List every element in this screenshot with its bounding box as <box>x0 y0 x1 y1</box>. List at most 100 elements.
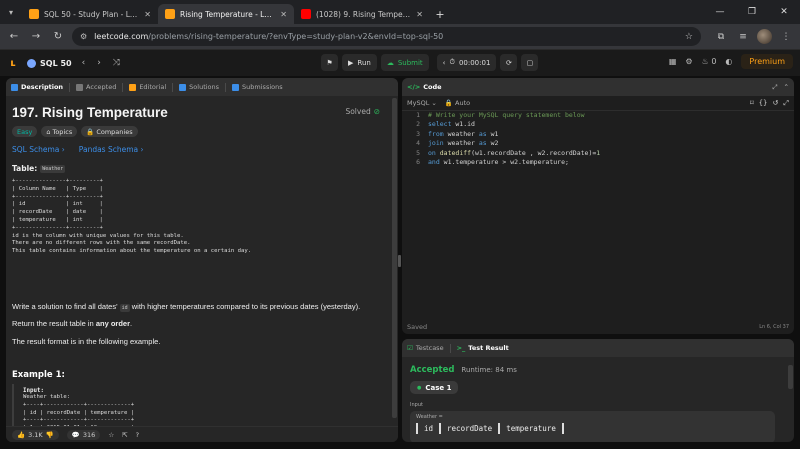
share-icon[interactable]: ⇱ <box>122 431 127 439</box>
star-icon[interactable]: ☆ <box>108 431 114 439</box>
example-title: Example 1: <box>12 370 65 380</box>
shuffle-icon[interactable]: ⤨ <box>113 58 120 68</box>
settings-icon[interactable]: ⚙ <box>685 57 692 66</box>
result-scrollbar[interactable] <box>788 365 793 389</box>
minimize-icon[interactable]: — <box>704 0 736 24</box>
tab-test-result[interactable]: >_ Test Result <box>457 344 509 352</box>
tab-description[interactable]: Description <box>11 83 63 91</box>
sql-schema-link[interactable]: SQL Schema › <box>12 145 65 154</box>
line-number: 3 <box>416 129 420 138</box>
example-table: Weather table: +----+------------+------… <box>23 394 135 426</box>
case-tab[interactable]: ● Case 1 <box>410 381 459 394</box>
close-window-icon[interactable]: ✕ <box>768 0 800 24</box>
streak-icon[interactable]: ◐ <box>725 57 732 66</box>
restore-icon[interactable]: ❐ <box>736 0 768 24</box>
tab-search-icon[interactable]: ▾ <box>0 0 22 24</box>
tag-icon: ⌂ <box>46 127 51 136</box>
close-tab-icon[interactable]: ✕ <box>416 10 423 19</box>
next-problem-icon[interactable]: › <box>97 58 101 68</box>
verdict: Accepted Runtime: 84 ms <box>410 365 517 375</box>
example-block: Input: Weather table: +----+------------… <box>12 384 388 426</box>
check-circle-icon: ⊘ <box>373 107 380 116</box>
flask-icon <box>179 83 187 91</box>
topics-chip[interactable]: ⌂ Topics <box>41 126 78 137</box>
code-editor[interactable]: 1 # Write your MySQL query statement bel… <box>402 111 794 311</box>
layout-icon[interactable]: ▦ <box>669 57 677 66</box>
tab-accepted[interactable]: Accepted <box>76 83 116 91</box>
browser-tab[interactable]: (1028) 9. Rising Temperature | S ✕ <box>294 4 430 24</box>
input-table-name: Weather = <box>416 414 443 420</box>
reload-icon[interactable]: ↻ <box>50 29 66 45</box>
test-result-panel: ☑ Testcase >_ Test Result Accepted Runtime:… <box>402 339 794 442</box>
book-icon <box>129 83 137 91</box>
like-button[interactable]: 👍 3.1K 👎 <box>12 429 59 440</box>
thumbs-down-icon[interactable]: 👎 <box>46 431 54 439</box>
description-tabs: Description Accepted Editorial Solutions… <box>6 78 398 96</box>
prev-problem-icon[interactable]: ‹ <box>82 58 86 68</box>
browser-tab[interactable]: SQL 50 - Study Plan - LeetCode ✕ <box>22 4 158 24</box>
menu-icon[interactable]: ⋮ <box>778 29 794 45</box>
companies-chip[interactable]: 🔒 Companies <box>81 126 138 137</box>
media-icon[interactable]: ≡ <box>735 29 751 45</box>
run-button[interactable]: ▶ Run <box>342 54 377 71</box>
code-line-5: on datediff(w1.recordDate , w2.recordDat… <box>428 148 601 157</box>
order-note: Return the result table in any order. <box>12 319 133 328</box>
lock-icon: 🔒 <box>444 99 453 107</box>
pass-dot-icon: ● <box>417 384 422 391</box>
tab-editorial[interactable]: Editorial <box>129 83 166 91</box>
reset-code-icon[interactable]: ↺ <box>773 99 779 108</box>
tab-submissions[interactable]: Submissions <box>232 83 283 91</box>
leetcode-logo-icon[interactable]: ʟ <box>7 57 19 69</box>
url-field[interactable]: ⚙ leetcode.com/problems/rising-temperatu… <box>72 27 701 46</box>
pandas-schema-link[interactable]: Pandas Schema › <box>79 145 144 154</box>
tab-title: Rising Temperature - LeetCode <box>180 9 276 19</box>
panel-resize-handle[interactable] <box>398 255 401 267</box>
close-tab-icon[interactable]: ✕ <box>280 10 287 19</box>
extensions-icon[interactable]: ⧉ <box>713 29 729 45</box>
profile-avatar[interactable] <box>757 29 772 44</box>
format-icon[interactable]: {} <box>759 99 768 108</box>
language-select[interactable]: MySQL ⌄ <box>407 99 437 107</box>
document-icon <box>11 83 18 91</box>
code-line-6: and w1.temperature > w2.temperature; <box>428 158 569 166</box>
clock-icon <box>76 83 84 91</box>
schema-block: +---------------+---------+ | Column Nam… <box>12 178 252 255</box>
site-info-icon[interactable]: ⚙ <box>80 32 87 41</box>
comments-button[interactable]: 💬 316 <box>66 429 101 440</box>
tab-solutions[interactable]: Solutions <box>179 83 219 91</box>
stopwatch-icon: ⏱ <box>449 58 455 66</box>
checkbox-icon: ☑ <box>407 344 413 352</box>
upload-icon: ☁ <box>386 58 394 67</box>
autocomplete-toggle[interactable]: 🔒 Auto <box>445 99 470 107</box>
problem-title: 197. Rising Temperature <box>12 105 168 120</box>
reset-icon[interactable]: ⟳ <box>500 54 518 71</box>
description-footer: 👍 3.1K 👎 💬 316 ☆ ⇱ ? <box>6 426 398 442</box>
study-plan-link[interactable]: SQL 50 <box>27 58 72 68</box>
bookmark-star-icon[interactable]: ☆ <box>685 32 693 42</box>
collapse-panel-icon[interactable]: ⌃ <box>784 83 789 92</box>
youtube-favicon-icon <box>301 9 311 19</box>
tab-testcase[interactable]: ☑ Testcase <box>407 344 444 352</box>
new-tab-button[interactable]: + <box>430 4 450 24</box>
notes-icon[interactable]: ▢ <box>521 54 539 71</box>
debug-icon[interactable]: ⚑ <box>321 54 338 71</box>
notification-icon[interactable]: ♨ 0 <box>702 57 717 66</box>
close-tab-icon[interactable]: ✕ <box>144 10 151 19</box>
timer[interactable]: ‹ ⏱ 00:00:01 <box>436 54 497 71</box>
help-icon[interactable]: ? <box>136 431 139 439</box>
description-scrollbar[interactable] <box>392 98 397 418</box>
back-icon[interactable]: ← <box>6 29 22 45</box>
premium-button[interactable]: Premium <box>741 54 793 69</box>
submit-button[interactable]: ☁ Submit <box>380 54 429 71</box>
tab-code[interactable]: </> Code <box>407 83 442 91</box>
solved-status: Solved ⊘ <box>345 107 380 116</box>
fullscreen-icon[interactable]: ⤢ <box>783 99 789 108</box>
bookmark-icon[interactable]: ⌑ <box>750 99 754 108</box>
browser-tab-strip: ▾ SQL 50 - Study Plan - LeetCode ✕ Risin… <box>0 0 800 24</box>
terminal-icon: >_ <box>456 344 466 352</box>
difficulty-badge[interactable]: Easy <box>12 126 38 137</box>
line-number: 6 <box>416 158 420 166</box>
maximize-icon[interactable]: ⤢ <box>772 83 777 92</box>
forward-icon[interactable]: → <box>28 29 44 45</box>
browser-tab-active[interactable]: Rising Temperature - LeetCode ✕ <box>158 4 294 24</box>
